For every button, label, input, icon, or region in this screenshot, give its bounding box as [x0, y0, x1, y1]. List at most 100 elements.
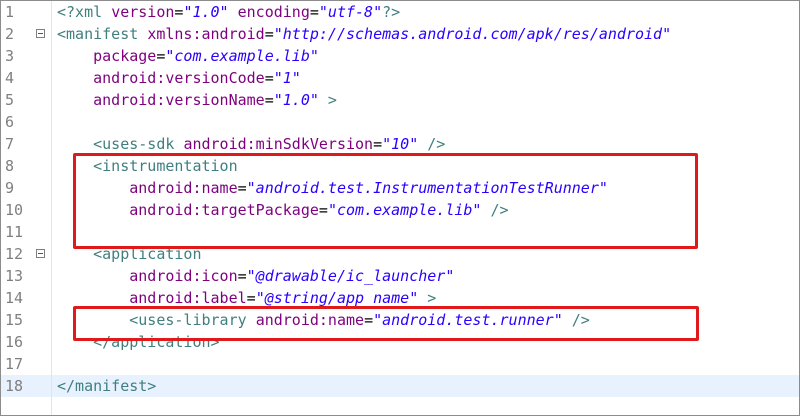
code-line[interactable]: <application — [57, 243, 202, 265]
gutter-line: 3 — [1, 45, 51, 67]
xml-attr-token: android:name — [255, 311, 365, 329]
line-number: 17 — [5, 355, 24, 373]
gutter-line: 7 — [1, 133, 51, 155]
line-number: 3 — [5, 47, 15, 65]
xml-attr-token: android:label — [129, 289, 247, 307]
gutter-line: 10 — [1, 199, 51, 221]
xml-tag-token: > — [318, 91, 337, 109]
gutter-line: 8 — [1, 155, 51, 177]
xml-val-token: "com.example.lib" — [327, 201, 482, 219]
xml-val-token: "android.test.runner" — [373, 311, 563, 329]
xml-punct-token: = — [264, 91, 274, 109]
line-number: 6 — [5, 113, 15, 131]
xml-attr-token: encoding — [237, 3, 310, 21]
xml-punct-token: = — [309, 3, 319, 21]
xml-tag-token: <uses-library — [129, 311, 256, 329]
xml-punct-token: = — [373, 135, 383, 153]
gutter-line: 15 — [1, 309, 51, 331]
line-number: 15 — [5, 311, 24, 329]
gutter-line: 4 — [1, 67, 51, 89]
code-line[interactable]: <instrumentation — [57, 155, 238, 177]
line-number: 11 — [5, 223, 24, 241]
code-editor[interactable]: 1 2 3 4 5 6 7 8 9 10 11 12 13 14 15 16 17 18 <?xml versio… — [0, 0, 800, 416]
xml-punct-token: = — [318, 201, 328, 219]
xml-attr-token: version — [111, 3, 175, 21]
xml-attr-token: xmlns:android — [147, 25, 265, 43]
xml-attr-token: android:name — [129, 179, 238, 197]
xml-val-token: "1.0" — [183, 3, 229, 21]
code-line[interactable]: package="com.example.lib" — [57, 45, 319, 67]
xml-attr-token: android:versionName — [93, 91, 265, 109]
xml-punct-token — [229, 3, 238, 21]
line-number: 16 — [5, 333, 24, 351]
xml-tag-token: </application> — [93, 333, 220, 351]
gutter-line: 1 — [1, 1, 51, 23]
xml-tag-token: <manifest — [57, 25, 148, 43]
xml-punct-token: = — [237, 267, 247, 285]
code-line[interactable]: </manifest> — [52, 375, 799, 397]
xml-val-token: "http://schemas.android.com/apk/res/andr… — [273, 25, 672, 43]
fold-collapse-icon[interactable] — [36, 29, 45, 38]
gutter-line: 9 — [1, 177, 51, 199]
code-line[interactable]: </application> — [57, 331, 220, 353]
fold-collapse-icon[interactable] — [36, 249, 45, 258]
xml-val-token: "@string/app_name" — [255, 289, 419, 307]
line-number: 10 — [5, 201, 24, 219]
xml-punct-token: = — [264, 69, 274, 87]
xml-punct-token: = — [364, 311, 374, 329]
code-line[interactable]: android:versionCode="1" — [57, 67, 301, 89]
code-line[interactable]: <?xml version="1.0" encoding="utf-8"?> — [57, 1, 400, 23]
line-number: 4 — [5, 69, 15, 87]
gutter-line: 6 — [1, 111, 51, 133]
line-number: 1 — [5, 3, 15, 21]
code-line[interactable]: <uses-sdk android:minSdkVersion="10" /> — [57, 133, 445, 155]
gutter-line: 16 — [1, 331, 51, 353]
line-number: 12 — [5, 245, 24, 263]
line-number: 18 — [5, 377, 24, 395]
xml-punct-token: = — [237, 179, 247, 197]
xml-val-token: "com.example.lib" — [165, 47, 319, 65]
xml-tag-token: /> — [418, 135, 446, 153]
xml-val-token: "utf-8" — [318, 3, 383, 21]
gutter-line: 13 — [1, 265, 51, 287]
code-line[interactable]: <uses-library android:name="android.test… — [57, 309, 590, 331]
code-line[interactable]: <manifest xmlns:android="http://schemas.… — [57, 23, 671, 45]
code-line[interactable]: android:name="android.test.Instrumentati… — [57, 177, 608, 199]
xml-tag-token: <?xml — [57, 3, 112, 21]
xml-attr-token: android:minSdkVersion — [183, 135, 374, 153]
code-line[interactable]: android:icon="@drawable/ic_launcher" — [57, 265, 454, 287]
code-line[interactable]: android:versionName="1.0" > — [57, 89, 337, 111]
xml-tag-token: <application — [93, 245, 202, 263]
xml-tag-token: > — [418, 289, 437, 307]
code-line[interactable]: android:targetPackage="com.example.lib" … — [57, 199, 508, 221]
xml-punct-token: = — [264, 25, 274, 43]
code-line[interactable]: android:label="@string/app_name" > — [57, 287, 436, 309]
xml-tag-token: <instrumentation — [93, 157, 238, 175]
line-number: 7 — [5, 135, 15, 153]
xml-val-token: "1" — [273, 69, 301, 87]
xml-attr-token: android:icon — [129, 267, 238, 285]
xml-attr-token: android:versionCode — [93, 69, 265, 87]
line-number: 2 — [5, 25, 15, 43]
line-number: 5 — [5, 91, 15, 109]
line-number: 13 — [5, 267, 24, 285]
xml-val-token: "10" — [382, 135, 419, 153]
gutter-line: 11 — [1, 221, 51, 243]
xml-tag-token: <uses-sdk — [93, 135, 184, 153]
xml-punct-token: = — [246, 289, 256, 307]
xml-val-token: "@drawable/ic_launcher" — [246, 267, 455, 285]
line-number-gutter: 1 2 3 4 5 6 7 8 9 10 11 12 13 14 15 16 17 18 — [1, 1, 52, 415]
gutter-line: 12 — [1, 243, 51, 265]
xml-val-token: "1.0" — [273, 91, 319, 109]
line-number: 14 — [5, 289, 24, 307]
